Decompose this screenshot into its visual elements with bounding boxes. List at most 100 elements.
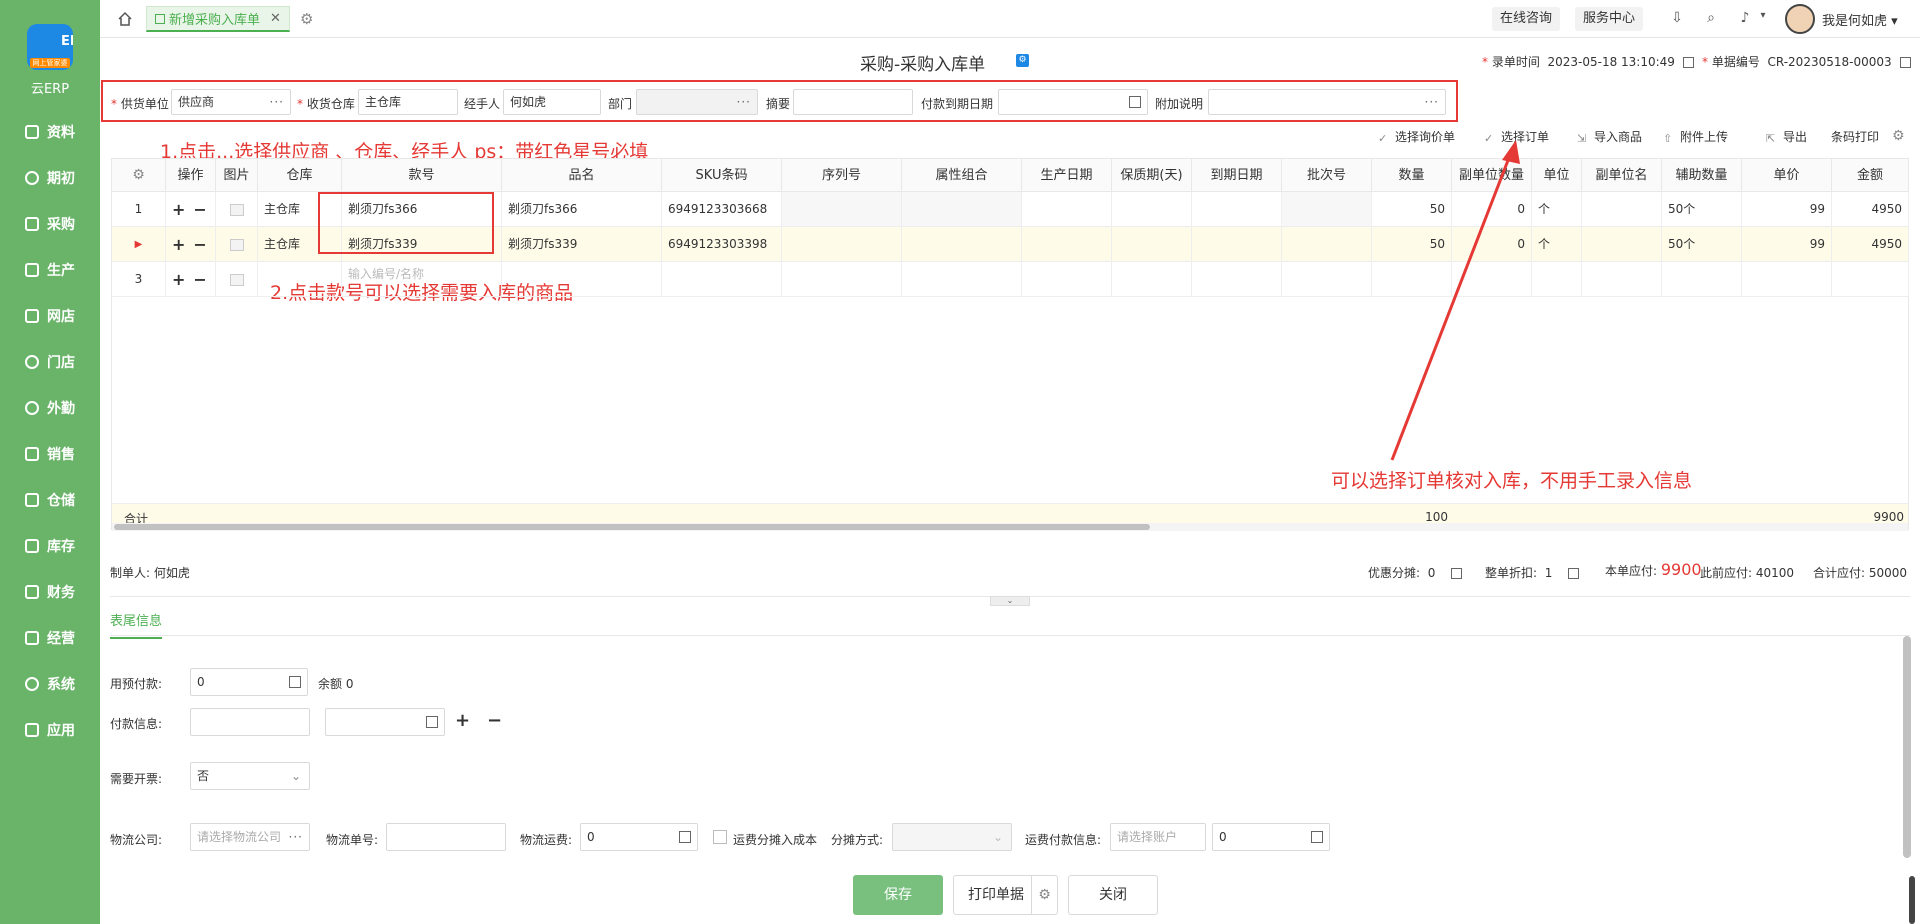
cell-warehouse[interactable]	[258, 262, 342, 297]
horizontal-scrollbar[interactable]	[112, 523, 1908, 531]
bell-icon[interactable]: ♪	[1736, 10, 1754, 28]
extra-note-field[interactable]: ···	[1208, 89, 1446, 115]
sidebar-item-apps[interactable]: 应用	[0, 710, 100, 750]
calculator-icon[interactable]	[1311, 831, 1323, 843]
search-icon[interactable]: ⌕	[1702, 10, 1720, 28]
calendar-icon[interactable]	[1129, 96, 1141, 108]
scrollbar-thumb[interactable]	[114, 524, 1150, 530]
close-icon[interactable]: ✕	[270, 11, 281, 26]
dept-field[interactable]: ···	[636, 89, 758, 115]
cell-unit[interactable]	[1532, 262, 1582, 297]
col-header[interactable]: 款号	[342, 159, 502, 192]
cell-price[interactable]	[1742, 262, 1832, 297]
sidebar-item-finance[interactable]: 财务	[0, 572, 100, 612]
col-header[interactable]: 序列号	[782, 159, 902, 192]
prepay-input[interactable]: 0	[190, 668, 308, 696]
edit-icon[interactable]	[1568, 568, 1580, 579]
col-header[interactable]: SKU条码	[662, 159, 782, 192]
col-header[interactable]: 数量	[1372, 159, 1452, 192]
export-button[interactable]: ⇱ 导出	[1766, 128, 1807, 145]
cell-qty[interactable]	[1372, 262, 1452, 297]
chevron-down-icon[interactable]: ▾	[1754, 10, 1772, 28]
gear-icon[interactable]: ⚙	[1031, 876, 1057, 914]
add-remove-row-buttons[interactable]: +−	[166, 192, 216, 227]
column-settings-icon[interactable]: ⚙	[112, 159, 166, 192]
cell-amount[interactable]: 4950	[1832, 192, 1909, 227]
tracking-no-input[interactable]	[386, 823, 506, 851]
barcode-print-button[interactable]: 条码打印	[1831, 128, 1879, 145]
add-payment-button[interactable]: +	[455, 710, 470, 731]
due-date-field[interactable]	[998, 89, 1148, 115]
cell-code-input[interactable]: 输入编号/名称	[342, 262, 502, 297]
payment-amount-input[interactable]	[325, 708, 445, 736]
handler-field[interactable]: 何如虎	[503, 89, 601, 115]
calculator-icon[interactable]	[679, 831, 691, 843]
collapse-toggle-icon[interactable]: ⌄	[990, 596, 1030, 606]
payment-account-input[interactable]	[190, 708, 310, 736]
cell-qty[interactable]: 50	[1372, 192, 1452, 227]
download-icon[interactable]: ⇩	[1668, 10, 1686, 28]
sidebar-item-warehouse[interactable]: 仓储	[0, 480, 100, 520]
vertical-scrollbar[interactable]	[1903, 636, 1911, 858]
service-center-button[interactable]: 服务中心	[1575, 7, 1644, 31]
more-icon[interactable]: ···	[289, 824, 303, 850]
username[interactable]: 我是何如虎 ▾	[1822, 10, 1898, 29]
cell-price[interactable]: 99	[1742, 227, 1832, 262]
remove-payment-button[interactable]: −	[487, 710, 502, 731]
sidebar-item-sales[interactable]: 销售	[0, 434, 100, 474]
sidebar-item-purchase[interactable]: 采购	[0, 204, 100, 244]
cell-prod-date[interactable]	[1022, 192, 1112, 227]
print-button[interactable]: 打印单据 ⚙	[953, 875, 1058, 915]
sidebar-item-operation[interactable]: 经营	[0, 618, 100, 658]
cell-sub-qty[interactable]: 0	[1452, 192, 1532, 227]
sidebar-item-production[interactable]: 生产	[0, 250, 100, 290]
edit-icon[interactable]	[1451, 568, 1463, 579]
gear-icon[interactable]: ⚙	[1892, 128, 1905, 144]
calculator-icon[interactable]	[289, 676, 301, 688]
more-icon[interactable]: ···	[270, 90, 284, 114]
gear-icon[interactable]: ⚙	[300, 10, 318, 28]
logistics-company-input[interactable]: 请选择物流公司 ···	[190, 823, 310, 851]
calculator-icon[interactable]	[426, 716, 438, 728]
tab-new-purchase-receipt[interactable]: 新增采购入库单 ✕	[146, 6, 290, 32]
warehouse-field[interactable]: 主仓库	[358, 89, 458, 115]
sidebar-item-opening[interactable]: 期初	[0, 158, 100, 198]
cell-amount[interactable]	[1832, 262, 1909, 297]
cell-shelf-life[interactable]	[1112, 192, 1192, 227]
sidebar-item-store[interactable]: 门店	[0, 342, 100, 382]
freight-input[interactable]: 0	[580, 823, 698, 851]
import-goods-button[interactable]: ⇲ 导入商品	[1577, 128, 1642, 145]
cell-amount[interactable]: 4950	[1832, 227, 1909, 262]
select-order-button[interactable]: ✓ 选择订单	[1484, 128, 1549, 145]
sidebar-item-data[interactable]: 资料	[0, 112, 100, 152]
edit-icon[interactable]	[1682, 57, 1694, 68]
cell-expiry[interactable]	[1192, 192, 1282, 227]
sidebar-item-inventory[interactable]: 库存	[0, 526, 100, 566]
more-icon[interactable]: ···	[1425, 90, 1439, 114]
close-button[interactable]: 关闭	[1068, 875, 1158, 915]
online-consult-button[interactable]: 在线咨询	[1492, 7, 1561, 31]
share-method-select[interactable]: ⌄	[892, 823, 1012, 851]
supplier-field[interactable]: 供应商 ···	[171, 89, 291, 115]
freight-account-input[interactable]: 请选择账户	[1110, 823, 1206, 851]
col-header[interactable]: 属性组合	[902, 159, 1022, 192]
cell-expiry[interactable]	[1192, 262, 1282, 297]
settings-icon[interactable]: ⚙	[1016, 54, 1029, 67]
cell-shelf-life[interactable]	[1112, 227, 1192, 262]
home-icon[interactable]	[117, 11, 133, 27]
cell-unit[interactable]: 个	[1532, 227, 1582, 262]
freight-payment-amount-input[interactable]: 0	[1212, 823, 1330, 851]
cell-prod-date[interactable]	[1022, 227, 1112, 262]
sidebar-item-system[interactable]: 系统	[0, 664, 100, 704]
cell-expiry[interactable]	[1192, 227, 1282, 262]
cell-shelf-life[interactable]	[1112, 262, 1192, 297]
freight-share-checkbox[interactable]	[713, 830, 727, 844]
select-inquiry-button[interactable]: ✓ 选择询价单	[1378, 128, 1455, 145]
more-icon[interactable]: ···	[737, 90, 751, 114]
save-button[interactable]: 保存	[853, 875, 943, 915]
sidebar-item-field[interactable]: 外勤	[0, 388, 100, 428]
col-header[interactable]: 批次号	[1282, 159, 1372, 192]
add-remove-row-buttons[interactable]: +−	[166, 262, 216, 297]
cell-price[interactable]: 99	[1742, 192, 1832, 227]
cell-sub-qty[interactable]: 0	[1452, 227, 1532, 262]
